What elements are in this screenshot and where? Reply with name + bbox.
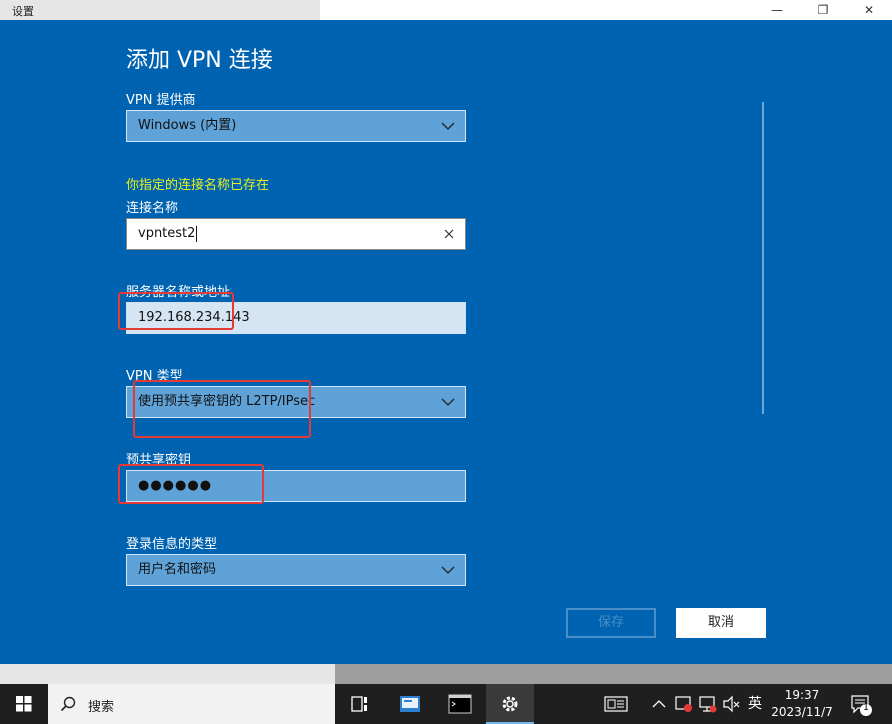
taskbar-app-terminal[interactable] — [436, 684, 484, 724]
action-center-button[interactable]: 1 — [846, 684, 876, 724]
signin-type-value: 用户名和密码 — [138, 562, 217, 577]
annotation-box-server — [118, 292, 234, 330]
terminal-icon — [448, 694, 472, 714]
provider-value: Windows (内置) — [138, 118, 237, 133]
taskbar-search-box[interactable]: 搜索 — [48, 684, 335, 724]
signin-type-label: 登录信息的类型 — [126, 537, 218, 552]
maximize-button[interactable]: ❐ — [808, 2, 838, 18]
notification-count-badge: 1 — [863, 703, 869, 713]
volume-muted-icon — [723, 695, 740, 713]
chevron-down-icon — [441, 566, 455, 574]
chevron-down-icon — [441, 398, 455, 406]
taskbar: 搜索 英 19:37 2023/11/7 1 — [0, 684, 892, 724]
taskbar-clock[interactable]: 19:37 2023/11/7 — [766, 687, 838, 721]
clock-time: 19:37 — [784, 688, 820, 702]
connection-name-label: 连接名称 — [126, 201, 179, 216]
news-widget-button[interactable] — [600, 684, 632, 724]
show-hidden-icons-button[interactable] — [648, 684, 670, 724]
task-view-button[interactable] — [336, 684, 384, 724]
save-button[interactable]: 保存 — [566, 608, 656, 638]
windows-logo-icon — [16, 696, 32, 712]
annotation-box-vpn-type — [133, 380, 311, 438]
tray-volume[interactable] — [720, 684, 744, 724]
add-vpn-dialog: 添加 VPN 连接 VPN 提供商 Windows (内置) 你指定的连接名称已… — [0, 20, 892, 664]
taskbar-app-file-manager[interactable] — [386, 684, 434, 724]
text-cursor — [196, 225, 198, 242]
background-title-bar: 设置 — ❐ ✕ — [0, 0, 892, 20]
chevron-up-icon — [652, 700, 666, 708]
chevron-down-icon — [441, 122, 455, 130]
minimize-button[interactable]: — — [762, 2, 792, 18]
tray-vpn-status[interactable] — [672, 684, 696, 724]
background-window-title: 设置 — [12, 5, 34, 18]
cancel-button[interactable]: 取消 — [676, 608, 766, 638]
clock-date: 2023/11/7 — [771, 705, 833, 719]
name-exists-warning: 你指定的连接名称已存在 — [126, 178, 270, 193]
signin-type-select[interactable]: 用户名和密码 — [126, 554, 466, 586]
background-window-bottom — [0, 664, 892, 684]
connection-name-input[interactable]: vpntest2 — [126, 218, 466, 250]
taskbar-app-settings[interactable] — [486, 684, 534, 724]
background-bottom-left — [0, 664, 335, 684]
file-manager-icon — [400, 696, 420, 712]
scrollbar[interactable] — [762, 102, 764, 414]
notification-icon — [851, 695, 872, 716]
connection-name-value: vpntest2 — [138, 226, 196, 241]
close-button[interactable]: ✕ — [854, 2, 884, 18]
background-title-left — [0, 0, 320, 20]
start-button[interactable] — [0, 684, 48, 724]
input-method-indicator[interactable]: 英 — [745, 684, 765, 724]
search-placeholder: 搜索 — [88, 700, 115, 715]
security-shield-icon — [675, 696, 692, 712]
clear-icon[interactable] — [442, 227, 456, 241]
task-view-icon — [351, 696, 367, 712]
provider-select[interactable]: Windows (内置) — [126, 110, 466, 142]
dialog-title: 添加 VPN 连接 — [126, 48, 273, 73]
tray-network[interactable] — [696, 684, 720, 724]
network-icon — [699, 696, 717, 713]
annotation-box-psk — [118, 464, 264, 504]
search-icon — [60, 696, 76, 712]
news-icon — [604, 696, 628, 712]
gear-icon — [502, 696, 518, 712]
provider-label: VPN 提供商 — [126, 93, 196, 108]
